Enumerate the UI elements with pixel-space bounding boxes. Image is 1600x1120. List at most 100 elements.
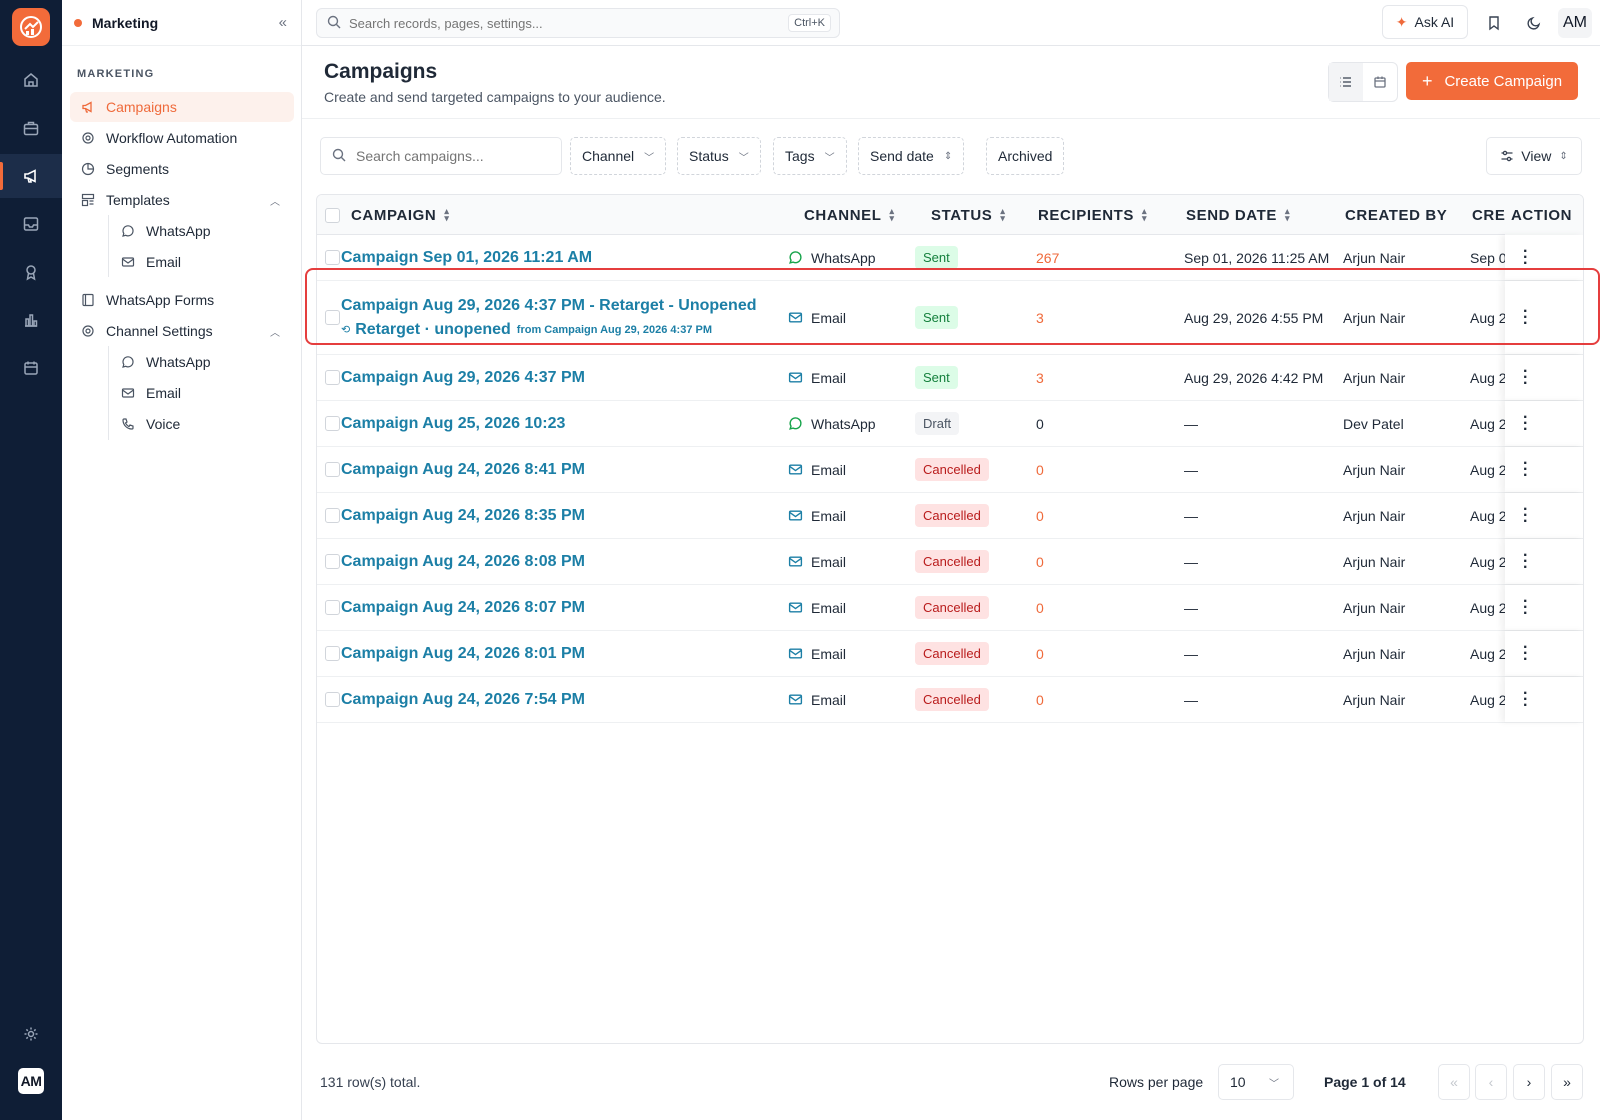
inbox-icon[interactable] xyxy=(0,202,62,246)
sidebar-item-segments[interactable]: Segments xyxy=(70,154,294,184)
column-channel[interactable]: CHANNEL ▴ ▾ xyxy=(804,195,895,235)
status-filter[interactable]: Status ﹀ xyxy=(677,137,761,175)
campaign-name-link[interactable]: Campaign Aug 24, 2026 8:08 PM xyxy=(341,553,585,571)
row-checkbox[interactable] xyxy=(325,355,340,400)
campaign-name-link[interactable]: Campaign Aug 24, 2026 8:35 PM xyxy=(341,507,585,525)
user-avatar[interactable]: AM xyxy=(1558,8,1592,38)
sidebar-item-templates-email[interactable]: Email xyxy=(120,247,280,277)
recipients-cell: 0 xyxy=(1036,691,1044,708)
sidebar-item-templates-whatsapp[interactable]: WhatsApp xyxy=(120,216,280,246)
sidebar-item-whatsapp-forms[interactable]: WhatsApp Forms xyxy=(70,285,294,315)
send-date-filter[interactable]: Send date ⇕ xyxy=(858,137,965,175)
moon-icon[interactable] xyxy=(1522,11,1546,35)
column-send-date[interactable]: SEND DATE ▴ ▾ xyxy=(1186,195,1290,235)
row-checkbox[interactable] xyxy=(325,585,340,630)
app-logo[interactable] xyxy=(12,8,50,46)
campaign-cell: Campaign Aug 24, 2026 8:35 PM xyxy=(341,493,585,538)
list-view-button[interactable] xyxy=(1329,63,1363,101)
sidebar-item-channel-whatsapp[interactable]: WhatsApp xyxy=(120,347,280,377)
more-vertical-icon[interactable]: · · · xyxy=(1523,455,1528,483)
channel-filter[interactable]: Channel ﹀ xyxy=(570,137,667,175)
table-row[interactable]: Campaign Sep 01, 2026 11:21 AM WhatsApp Se… xyxy=(317,235,1583,281)
prev-page-button[interactable]: ‹ xyxy=(1475,1064,1507,1100)
more-vertical-icon[interactable]: · · · xyxy=(1523,243,1528,271)
collapse-sidebar-icon[interactable]: « xyxy=(279,14,287,31)
sidebar-section-label: MARKETING xyxy=(77,68,155,80)
more-vertical-icon[interactable]: · · · xyxy=(1523,685,1528,713)
campaign-name-link[interactable]: Campaign Aug 24, 2026 8:41 PM xyxy=(341,461,585,479)
rows-per-page-select[interactable]: 10 ﹀ xyxy=(1218,1064,1294,1100)
more-vertical-icon[interactable]: · · · xyxy=(1523,363,1528,391)
campaign-name-link[interactable]: Campaign Sep 01, 2026 11:21 AM xyxy=(341,249,592,267)
column-campaign[interactable]: CAMPAIGN ▴ ▾ xyxy=(351,195,449,235)
campaign-name-link[interactable]: Campaign Aug 24, 2026 8:01 PM xyxy=(341,645,585,663)
sidebar-item-campaigns[interactable]: Campaigns xyxy=(70,92,294,122)
recipients-cell: 0 xyxy=(1036,645,1044,662)
archived-filter[interactable]: Archived xyxy=(986,137,1065,175)
more-vertical-icon[interactable]: · · · xyxy=(1523,593,1528,621)
bookmark-icon[interactable] xyxy=(1482,11,1506,35)
row-checkbox[interactable] xyxy=(325,281,340,354)
campaign-search-input[interactable] xyxy=(356,148,556,164)
rail-avatar[interactable]: AM xyxy=(18,1068,44,1094)
view-options-button[interactable]: View ⇕ xyxy=(1486,137,1582,175)
gear-icon[interactable] xyxy=(0,1012,62,1056)
table-row[interactable]: Campaign Aug 29, 2026 4:37 PM - Retarget… xyxy=(317,281,1583,355)
row-checkbox[interactable] xyxy=(325,401,340,446)
campaign-name-link[interactable]: Campaign Aug 29, 2026 4:37 PM - Retarget… xyxy=(341,297,757,315)
tags-filter[interactable]: Tags ﹀ xyxy=(773,137,847,175)
award-icon[interactable] xyxy=(0,250,62,294)
sidebar-item-templates[interactable]: Templates ︿ xyxy=(70,185,294,215)
column-recipients[interactable]: RECIPIENTS ▴ ▾ xyxy=(1038,195,1147,235)
table-row[interactable]: Campaign Aug 24, 2026 8:35 PM Email Cancel… xyxy=(317,493,1583,539)
campaign-name-link[interactable]: Campaign Aug 29, 2026 4:37 PM xyxy=(341,369,585,387)
home-icon[interactable] xyxy=(0,58,62,102)
create-campaign-button[interactable]: + Create Campaign xyxy=(1406,62,1578,100)
more-vertical-icon[interactable]: · · · xyxy=(1523,501,1528,529)
table-row[interactable]: Campaign Aug 24, 2026 8:41 PM Email Cancel… xyxy=(317,447,1583,493)
row-checkbox[interactable] xyxy=(325,631,340,676)
sidebar-item-channel-settings[interactable]: Channel Settings ︿ xyxy=(70,316,294,346)
bar-chart-icon[interactable] xyxy=(0,298,62,342)
campaign-search[interactable] xyxy=(320,137,562,175)
megaphone-icon[interactable] xyxy=(0,154,62,198)
first-page-button[interactable]: « xyxy=(1438,1064,1470,1100)
row-checkbox[interactable] xyxy=(325,493,340,538)
more-vertical-icon[interactable]: · · · xyxy=(1523,303,1528,331)
row-checkbox[interactable] xyxy=(325,539,340,584)
next-page-button[interactable]: › xyxy=(1513,1064,1545,1100)
campaign-name-link[interactable]: Campaign Aug 25, 2026 10:23 xyxy=(341,415,565,433)
column-created[interactable]: CRE xyxy=(1472,195,1505,235)
table-row[interactable]: Campaign Aug 24, 2026 7:54 PM Email Cancel… xyxy=(317,677,1583,723)
table-row[interactable]: Campaign Aug 24, 2026 8:08 PM Email Cancel… xyxy=(317,539,1583,585)
calendar-icon[interactable] xyxy=(0,346,62,390)
row-checkbox[interactable] xyxy=(325,447,340,492)
campaign-name-link[interactable]: Campaign Aug 24, 2026 8:07 PM xyxy=(341,599,585,617)
column-status[interactable]: STATUS ▴ ▾ xyxy=(931,195,1006,235)
table-row[interactable]: Campaign Aug 24, 2026 8:01 PM Email Cancel… xyxy=(317,631,1583,677)
table-row[interactable]: Campaign Aug 29, 2026 4:37 PM Email Sent 3 A… xyxy=(317,355,1583,401)
row-checkbox[interactable] xyxy=(325,677,340,722)
global-search[interactable]: Ctrl+K xyxy=(316,8,840,38)
last-page-button[interactable]: » xyxy=(1551,1064,1583,1100)
sidebar-item-workflow-automation[interactable]: Workflow Automation xyxy=(70,123,294,153)
table-row[interactable]: Campaign Aug 24, 2026 8:07 PM Email Cancel… xyxy=(317,585,1583,631)
status-cell: Cancelled xyxy=(915,539,989,584)
column-created-by[interactable]: CREATED BY xyxy=(1345,195,1447,235)
sidebar-item-channel-voice[interactable]: Voice xyxy=(120,409,280,439)
sidebar-item-label: WhatsApp xyxy=(146,354,211,370)
campaign-name-link[interactable]: Campaign Aug 24, 2026 7:54 PM xyxy=(341,691,585,709)
row-checkbox[interactable] xyxy=(325,235,340,280)
global-search-input[interactable] xyxy=(349,15,789,31)
retarget-source[interactable]: from Campaign Aug 29, 2026 4:37 PM xyxy=(517,324,712,336)
more-vertical-icon[interactable]: · · · xyxy=(1523,639,1528,667)
select-all-checkbox[interactable] xyxy=(325,195,340,235)
calendar-view-button[interactable] xyxy=(1363,63,1397,101)
table-row[interactable]: Campaign Aug 25, 2026 10:23 WhatsApp Draft… xyxy=(317,401,1583,447)
briefcase-icon[interactable] xyxy=(0,106,62,150)
more-vertical-icon[interactable]: · · · xyxy=(1523,547,1528,575)
campaign-cell: Campaign Aug 25, 2026 10:23 xyxy=(341,401,565,446)
sidebar-item-channel-email[interactable]: Email xyxy=(120,378,280,408)
ask-ai-button[interactable]: ✦ Ask AI xyxy=(1382,5,1468,39)
more-vertical-icon[interactable]: · · · xyxy=(1523,409,1528,437)
